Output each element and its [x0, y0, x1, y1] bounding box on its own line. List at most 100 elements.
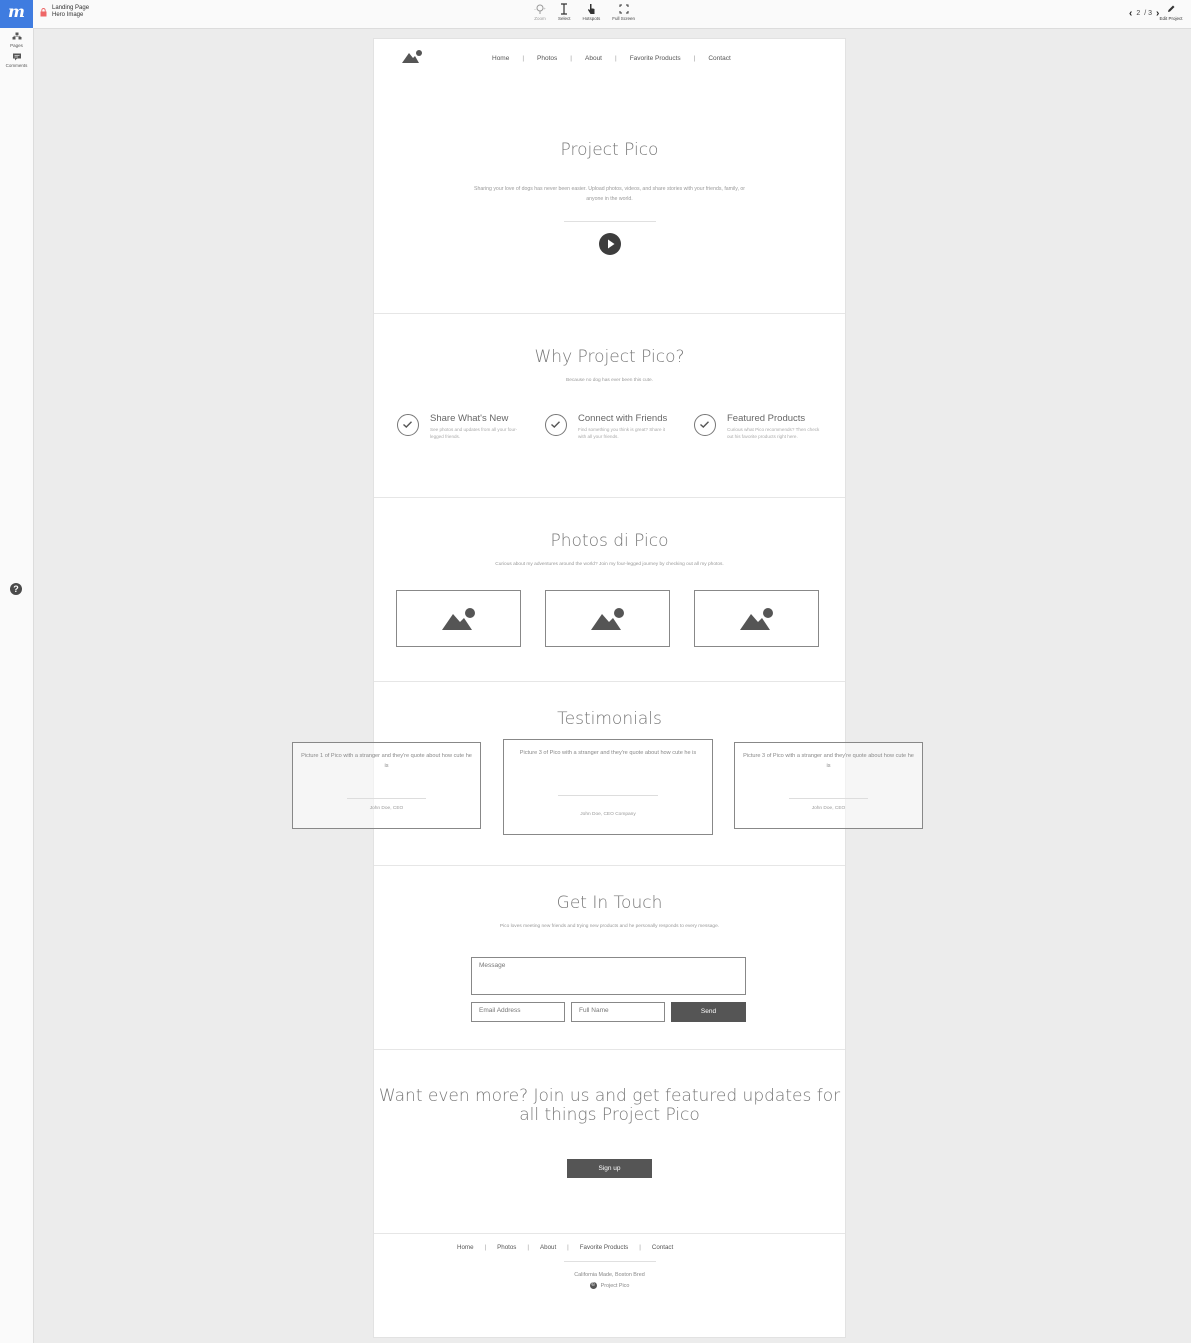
footer-separator: |	[567, 1244, 569, 1251]
site-nav: Home | Photos | About | Favorite Product…	[374, 39, 845, 79]
contact-title: Get In Touch	[556, 893, 663, 913]
pages-button[interactable]: Pages	[0, 32, 33, 48]
why-section: Why Project Pico? Because no dog has eve…	[374, 313, 845, 498]
footer-link-contact[interactable]: Contact	[652, 1244, 673, 1251]
screen-total: / 3	[1144, 10, 1153, 17]
fullscreen-icon	[619, 4, 629, 14]
divider	[347, 798, 426, 799]
image-placeholder-icon	[442, 608, 475, 630]
email-field[interactable]: Email Address	[471, 1002, 565, 1022]
project-page-name: Landing Page	[52, 5, 90, 11]
play-icon	[608, 239, 615, 249]
current-screen-number: 2	[1136, 10, 1141, 17]
prev-screen-icon[interactable]: ‹	[1129, 8, 1132, 19]
feature-description: See photos and updates from all your fou…	[430, 427, 518, 439]
check-icon	[545, 414, 567, 436]
pencil-icon	[1168, 5, 1175, 12]
why-title: Why Project Pico?	[534, 347, 685, 367]
nav-link-home[interactable]: Home	[492, 55, 509, 62]
fullscreen-tool-button[interactable]: Full Screen	[612, 3, 635, 25]
footer-links: Home | Photos | About | Favorite Product…	[457, 1244, 673, 1251]
photo-placeholder[interactable]	[694, 590, 819, 647]
divider	[558, 795, 658, 796]
view-mode-toolbar: – + Zoom Select Hotspots Full Screen	[534, 3, 635, 25]
footer-tagline: California Made, Boston Bred	[574, 1272, 645, 1278]
hotspots-tool-button[interactable]: Hotspots	[582, 3, 601, 25]
testimonial-card[interactable]: Picture 1 of Pico with a stranger and th…	[292, 742, 481, 829]
testimonial-quote: Picture 3 of Pico with a stranger and th…	[743, 753, 914, 769]
feature-title: Share What's New	[430, 413, 509, 424]
testimonial-card[interactable]: Picture 3 of Pico with a stranger and th…	[734, 742, 923, 829]
check-icon	[397, 414, 419, 436]
fullscreen-tool-label: Full Screen	[612, 16, 636, 21]
photo-placeholder[interactable]	[545, 590, 670, 647]
image-placeholder-icon	[591, 608, 624, 630]
prototype-screen: Home | Photos | About | Favorite Product…	[373, 38, 846, 1338]
testimonial-quote: Picture 1 of Pico with a stranger and th…	[301, 753, 472, 769]
nav-separator: |	[570, 55, 572, 62]
divider	[564, 1261, 656, 1262]
copyright-owner: Project Pico	[600, 1282, 630, 1289]
photo-placeholder[interactable]	[396, 590, 521, 647]
cta-section	[374, 1049, 845, 1234]
cta-title: Want even more? Join us and get featured…	[378, 1086, 841, 1125]
send-button[interactable]: Send	[671, 1002, 746, 1022]
message-field[interactable]: Message	[471, 957, 746, 995]
photos-title: Photos di Pico	[550, 531, 669, 551]
footer-separator: |	[484, 1244, 487, 1251]
screen-name: Hero Image	[52, 12, 84, 18]
hand-pointer-icon	[588, 4, 595, 14]
edit-project-button[interactable]: Edit Project	[1155, 4, 1187, 21]
hotspots-tool-label: Hotspots	[582, 16, 601, 21]
svg-text:+: +	[544, 6, 547, 11]
text-cursor-icon	[561, 3, 568, 15]
feature-share: Share What's New See photos and updates …	[397, 413, 537, 454]
image-placeholder-icon[interactable]	[401, 49, 423, 65]
comments-label: Comments	[5, 63, 28, 68]
comment-icon	[12, 53, 21, 61]
testimonial-author: John Doe, CEO	[811, 806, 846, 811]
nav-link-photos[interactable]: Photos	[537, 55, 557, 62]
play-video-button[interactable]	[599, 233, 621, 255]
testimonial-quote: Picture 3 of Pico with a stranger and th…	[519, 750, 697, 756]
nav-separator: |	[693, 55, 696, 62]
help-icon[interactable]: ?	[10, 583, 22, 595]
footer-link-photos[interactable]: Photos	[497, 1244, 516, 1251]
feature-title: Featured Products	[727, 413, 806, 424]
comments-button[interactable]: Comments	[0, 52, 33, 68]
divider	[564, 221, 656, 222]
top-toolbar: m Landing Page Hero Image – + Zoom Select	[0, 0, 1191, 29]
why-subtitle: Because no dog has ever been this cute.	[566, 378, 653, 383]
marvel-logo[interactable]: m	[0, 0, 33, 28]
feature-products: Featured Products Curious what Pico reco…	[694, 413, 834, 454]
testimonials-title: Testimonials	[557, 709, 662, 729]
copyright-icon: ©	[589, 1282, 597, 1289]
feature-connect: Connect with Friends Find something you …	[545, 413, 685, 454]
nav-link-contact[interactable]: Contact	[708, 55, 730, 62]
zoom-icon: – +	[534, 4, 547, 14]
zoom-tool-button[interactable]: – + Zoom	[534, 3, 546, 25]
footer-link-favorite-products[interactable]: Favorite Products	[580, 1244, 629, 1251]
nav-links: Home | Photos | About | Favorite Product…	[492, 55, 731, 62]
edit-project-label: Edit Project	[1159, 16, 1183, 21]
page-breadcrumb[interactable]: Landing Page Hero Image	[52, 5, 89, 19]
sign-up-button[interactable]: Sign up	[567, 1159, 652, 1178]
testimonial-card[interactable]: Picture 3 of Pico with a stranger and th…	[503, 739, 713, 835]
nav-separator: |	[522, 55, 525, 62]
nav-link-favorite-products[interactable]: Favorite Products	[630, 55, 681, 62]
footer-separator: |	[527, 1244, 529, 1251]
photos-subtitle: Curious about my adventures around the w…	[495, 562, 724, 567]
left-sidebar: Pages Comments ?	[0, 28, 34, 1343]
footer-separator: |	[639, 1244, 641, 1251]
nav-link-about[interactable]: About	[585, 55, 602, 62]
full-name-field[interactable]: Full Name	[571, 1002, 665, 1022]
feature-description: Curious what Pico recommends? Then check…	[727, 427, 820, 439]
footer-link-about[interactable]: About	[540, 1244, 556, 1251]
testimonial-author: John Doe, CEO	[369, 806, 404, 811]
footer-link-home[interactable]: Home	[457, 1244, 474, 1251]
hero-title: Project Pico	[560, 140, 659, 160]
photos-section: Photos di Pico Curious about my adventur…	[374, 497, 845, 682]
nav-separator: |	[615, 55, 617, 62]
lock-icon	[40, 8, 47, 17]
select-tool-button[interactable]: Select	[558, 3, 571, 25]
